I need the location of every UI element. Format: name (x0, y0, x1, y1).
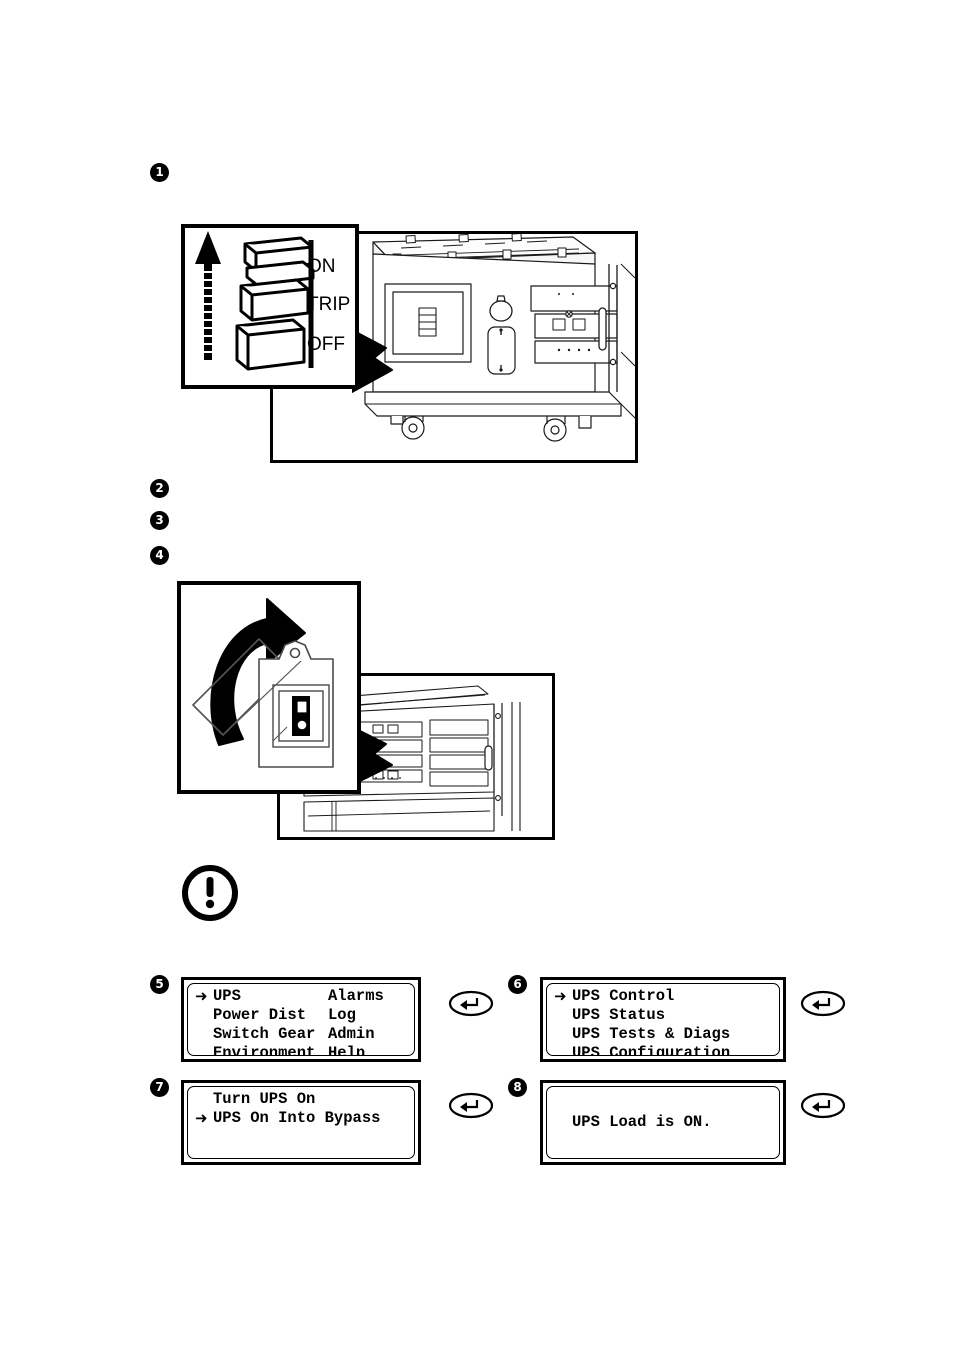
step-bullet-3: 3 (150, 511, 169, 530)
lcd-ups-menu[interactable]: ➜ UPS Control UPS Status UPS Tests & Dia… (540, 977, 786, 1062)
exclamation-circle-icon (182, 865, 238, 921)
lcd-line-1-col1: Turn UPS On (213, 1090, 316, 1108)
lcd-line-1-col1: UPS Control (572, 987, 675, 1005)
lcd-line-2-col1: UPS On Into Bypass (213, 1109, 381, 1127)
figure-2-callout-frame (177, 581, 361, 794)
lcd-line-4-col1 (188, 1147, 414, 1158)
enter-key-icon-8[interactable] (800, 1092, 846, 1119)
up-arrow-icon (195, 231, 221, 360)
lcd-line-4-col1 (547, 1151, 779, 1158)
enter-key-icon-5[interactable] (448, 990, 494, 1017)
lcd-line-2-col1: UPS Status (572, 1006, 666, 1024)
lcd-line-3-col1 (188, 1128, 414, 1147)
lcd-line-1-col2: Alarms (328, 987, 384, 1005)
enter-key-icon-7[interactable] (448, 1092, 494, 1119)
lcd-line-2-col2: Log (328, 1006, 356, 1024)
legend-label-trip: TRIP (307, 294, 351, 315)
figure-2-callout-leader (354, 728, 393, 785)
lcd-line-3-col2: Admin (328, 1025, 375, 1043)
lcd-line-3-col1 (547, 1132, 779, 1151)
legend-label-on: ON (307, 256, 336, 277)
lcd-ups-control-menu[interactable]: ➜ Turn UPS On UPS On Into Bypass (181, 1080, 421, 1165)
legend-label-off: OFF (307, 334, 345, 355)
lcd-main-menu[interactable]: ➜ UPS Alarms Power Dist Log Switch Gear … (181, 977, 421, 1062)
lcd-line-3-col1: UPS Tests & Diags (572, 1025, 731, 1043)
step-bullet-5: 5 (150, 975, 169, 994)
page-canvas: 1 ON TRIP OFF 2 3 4 5 ➜ UPS Alarms Power… (0, 0, 954, 1351)
step-bullet-2: 2 (150, 479, 169, 498)
step-bullet-6: 6 (508, 975, 527, 994)
enter-key-icon-6[interactable] (800, 990, 846, 1017)
lcd-line-4-col1: UPS Configuration (572, 1044, 731, 1056)
lcd-line-1-col1 (547, 1090, 779, 1109)
figure-1-callout-leader (352, 330, 393, 393)
lcd-ups-load-status[interactable]: UPS Load is ON. (540, 1080, 786, 1165)
keyswitch-cover-detail (192, 598, 334, 768)
lcd-line-2-col1: UPS Load is ON. (572, 1113, 712, 1131)
figure-1-callout-frame: ON TRIP OFF (181, 224, 359, 389)
step-bullet-4: 4 (150, 546, 169, 565)
step-bullet-7: 7 (150, 1078, 169, 1097)
step-bullet-1: 1 (150, 163, 169, 182)
lcd-line-4-col2: Help (328, 1044, 366, 1056)
step-bullet-8: 8 (508, 1078, 527, 1097)
